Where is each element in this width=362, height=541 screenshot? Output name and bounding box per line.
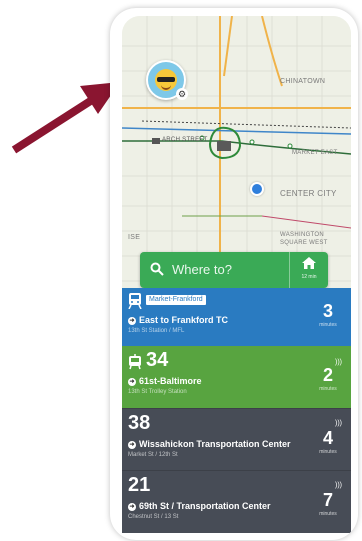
home-icon [302, 257, 316, 269]
current-location-dot [250, 182, 264, 196]
departure-card-mfl[interactable]: Market-Frankford ➜ East to Frankford TC 1… [122, 288, 351, 346]
search-bar[interactable]: Where to? 12 min [140, 252, 328, 288]
route-number: 21 [128, 474, 151, 496]
stop-name: 13th St Trolley Station [128, 389, 187, 395]
trolley-icon [129, 354, 141, 370]
destination: ➜ East to Frankford TC [128, 315, 229, 325]
map-label-center-city: CENTER CITY [280, 189, 337, 198]
arrival-minutes: 7 minutes [319, 490, 337, 517]
departure-card-route-21[interactable]: 21 ➜ 69th St / Transportation Center Ches… [122, 470, 351, 533]
train-icon [128, 293, 142, 309]
home-button[interactable]: 12 min [289, 252, 328, 288]
destination: ➜ 69th St / Transportation Center [128, 501, 271, 511]
search-input[interactable]: Where to? [172, 262, 232, 277]
arrival-minutes: 2 minutes [319, 365, 337, 392]
map-label-ise: ISE [128, 234, 141, 241]
search-icon [150, 262, 164, 276]
map-label-arch-street: ARCH STREET [162, 137, 208, 143]
stop-name: Chestnut St / 13 St [128, 514, 179, 520]
map-label-washington: WASHINGTON [280, 232, 325, 238]
phone-frame: CHINATOWN MARKET EAST CENTER CITY WASHIN… [110, 8, 358, 540]
realtime-signal-icon: ))) [335, 359, 342, 366]
realtime-signal-icon: ))) [335, 482, 342, 489]
arrival-minutes: 4 minutes [319, 428, 337, 455]
destination: ➜ Wissahickon Transportation Center [128, 439, 291, 449]
stop-name: Market St / 12th St [128, 452, 178, 458]
map-label-chinatown: CHINATOWN [280, 78, 326, 85]
direction-arrow-icon: ➜ [128, 503, 136, 511]
stop-name: 13th St Station / MFL [128, 328, 185, 334]
route-number: 38 [128, 412, 151, 434]
map-label-market-east: MARKET EAST [292, 150, 338, 156]
route-number: 34 [146, 349, 169, 371]
map-label-square-west: SQUARE WEST [280, 240, 328, 246]
destination: ➜ 61st-Baltimore [128, 376, 202, 386]
arrival-minutes: 3 minutes [319, 301, 337, 328]
user-avatar[interactable]: ⚙ [146, 60, 188, 100]
direction-arrow-icon: ➜ [128, 378, 136, 386]
departure-card-route-34[interactable]: 34 ➜ 61st-Baltimore 13th St Trolley Stati… [122, 346, 351, 408]
direction-arrow-icon: ➜ [128, 441, 136, 449]
line-badge: Market-Frankford [146, 295, 206, 305]
direction-arrow-icon: ➜ [128, 317, 136, 325]
departure-card-route-38[interactable]: 38 ➜ Wissahickon Transportation Center Ma… [122, 408, 351, 471]
realtime-signal-icon: ))) [335, 420, 342, 427]
home-eta: 12 min [301, 274, 317, 280]
gear-icon[interactable]: ⚙ [176, 88, 188, 100]
